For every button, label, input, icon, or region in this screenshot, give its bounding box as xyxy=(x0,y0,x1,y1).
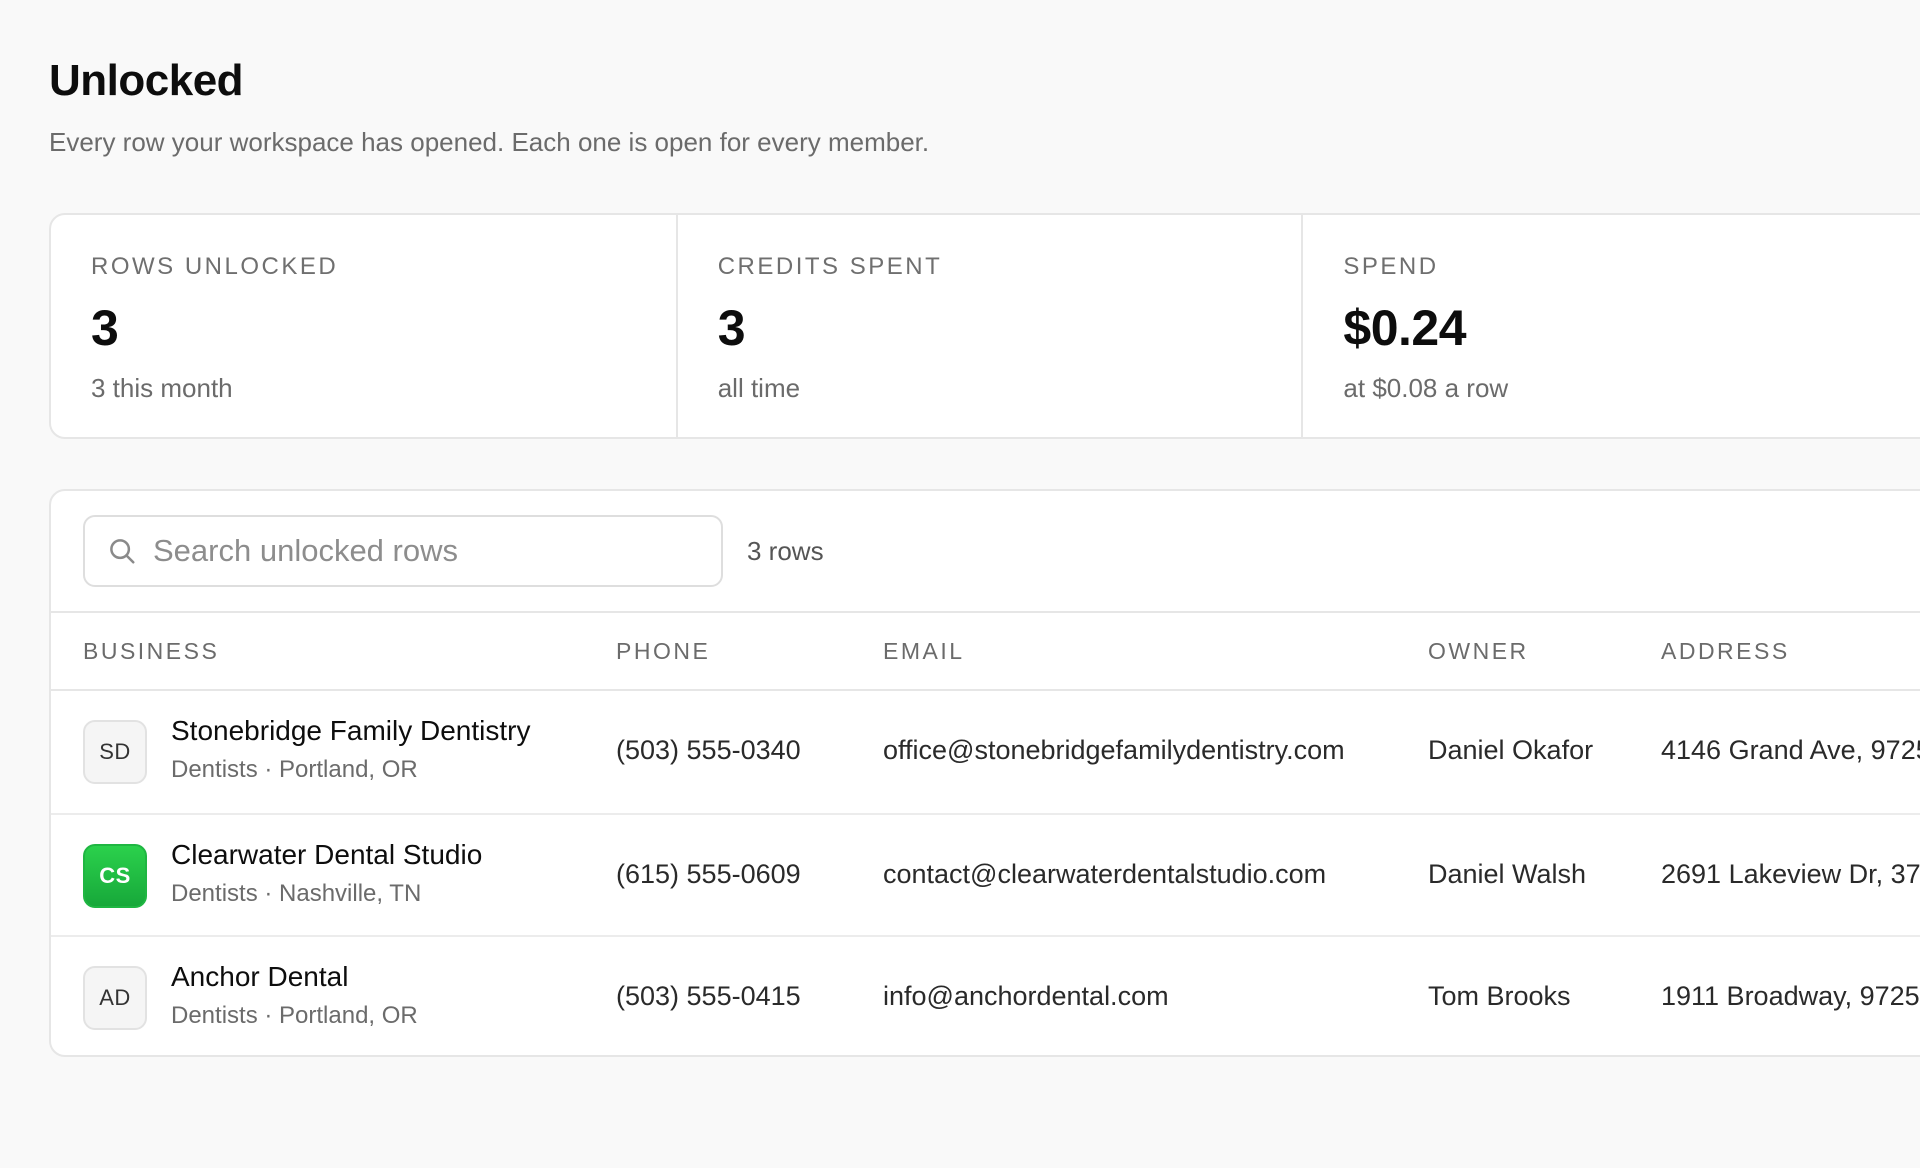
search-icon xyxy=(110,539,135,564)
owner-cell: Daniel Walsh xyxy=(1428,859,1587,889)
stat-note: all time xyxy=(717,373,801,403)
owner-cell: Tom Brooks xyxy=(1428,981,1571,1011)
business-name[interactable]: Anchor Dental xyxy=(171,961,348,993)
business-meta: Dentists · Portland, OR xyxy=(171,1002,418,1029)
column-header-address[interactable]: ADDRESS xyxy=(1661,638,1790,665)
stat-label: SPEND xyxy=(1343,253,1439,280)
stat-credits-spent: CREDITS SPENT 3 all time xyxy=(675,215,1302,437)
email-cell[interactable]: office@stonebridgefamilydentistry.com xyxy=(883,735,1345,766)
avatar: AD xyxy=(83,966,147,1030)
phone-cell[interactable]: (615) 555-0609 xyxy=(616,859,801,890)
row-count: 3 rows xyxy=(747,536,824,566)
business-meta: Dentists · Nashville, TN xyxy=(171,880,422,907)
email-cell[interactable]: contact@clearwaterdentalstudio.com xyxy=(883,859,1326,890)
column-header-business[interactable]: BUSINESS xyxy=(83,638,219,665)
column-header-phone[interactable]: PHONE xyxy=(616,638,710,665)
phone-cell[interactable]: (503) 555-0340 xyxy=(616,735,801,766)
unlocked-rows-panel: 3 rows BUSINESS PHONE EMAIL OWNER ADDRES… xyxy=(49,489,1920,1057)
address-cell: 4146 Grand Ave, 9725 xyxy=(1661,735,1920,765)
address-cell: 1911 Broadway, 97252 xyxy=(1661,981,1920,1011)
phone-cell[interactable]: (503) 555-0415 xyxy=(616,981,801,1012)
owner-cell: Daniel Okafor xyxy=(1428,735,1594,765)
email-cell[interactable]: info@anchordental.com xyxy=(883,981,1169,1012)
business-meta: Dentists · Portland, OR xyxy=(171,756,418,783)
search-input[interactable] xyxy=(153,533,713,569)
unlocked-page: Unlocked Every row your workspace has op… xyxy=(0,0,1920,1168)
column-header-email[interactable]: EMAIL xyxy=(883,638,965,665)
table-toolbar: 3 rows xyxy=(51,491,1920,613)
stat-value: 3 xyxy=(717,300,746,356)
stat-label: CREDITS SPENT xyxy=(717,253,943,280)
stat-value: 3 xyxy=(91,300,119,356)
business-name[interactable]: Clearwater Dental Studio xyxy=(171,839,482,871)
stat-note: at $0.08 a row xyxy=(1343,373,1509,403)
business-name[interactable]: Stonebridge Family Dentistry xyxy=(171,715,530,747)
column-header-owner[interactable]: OWNER xyxy=(1428,638,1529,665)
table-row[interactable]: AD Anchor Dental Dentists · Portland, OR… xyxy=(51,935,1920,1055)
avatar: SD xyxy=(83,720,147,784)
address-cell: 2691 Lakeview Dr, 37 xyxy=(1661,859,1920,889)
stats-panel: ROWS UNLOCKED 3 3 this month CREDITS SPE… xyxy=(49,213,1920,439)
avatar: CS xyxy=(83,844,147,908)
stat-spend: SPEND $0.24 at $0.08 a row xyxy=(1301,215,1920,437)
search-box[interactable] xyxy=(83,515,723,587)
page-title: Unlocked xyxy=(49,56,244,105)
stat-note: 3 this month xyxy=(91,373,233,403)
table-row[interactable]: SD Stonebridge Family Dentistry Dentists… xyxy=(51,691,1920,813)
table-header: BUSINESS PHONE EMAIL OWNER ADDRESS xyxy=(51,613,1920,691)
table-row[interactable]: CS Clearwater Dental Studio Dentists · N… xyxy=(51,813,1920,935)
stat-rows-unlocked: ROWS UNLOCKED 3 3 this month xyxy=(51,215,676,437)
stat-label: ROWS UNLOCKED xyxy=(91,253,339,280)
stat-value: $0.24 xyxy=(1343,300,1467,356)
page-subtitle: Every row your workspace has opened. Eac… xyxy=(49,127,930,157)
